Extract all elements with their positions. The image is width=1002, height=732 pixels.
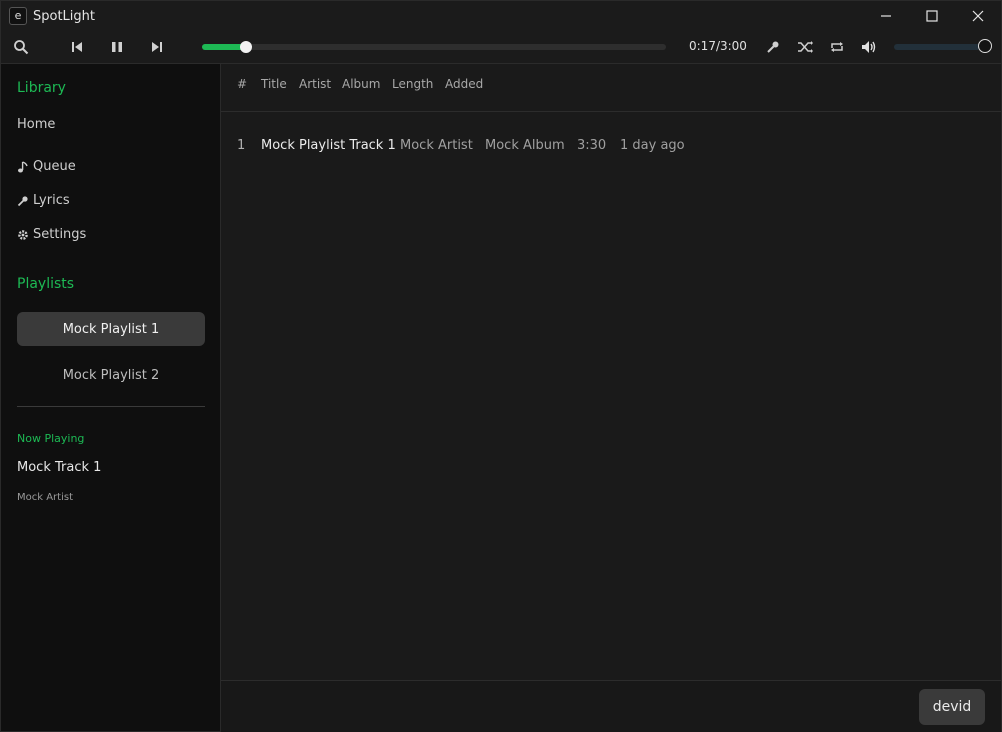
playlist-item-label: Mock Playlist 1 (62, 321, 160, 337)
table-header: # Title Artist Album Length Added (221, 64, 1001, 112)
lyrics-mic-icon (767, 41, 779, 53)
footer-bar: devid (221, 680, 1001, 732)
player-toolbar: 0:17/3:00 (1, 31, 1001, 64)
column-header-title[interactable]: Title (261, 77, 287, 91)
previous-button[interactable] (69, 39, 85, 55)
previous-icon (72, 42, 82, 52)
playback-time: 0:17/3:00 (689, 39, 747, 53)
maximize-button[interactable] (909, 1, 955, 31)
next-button[interactable] (149, 39, 165, 55)
column-header-artist[interactable]: Artist (299, 77, 331, 91)
column-header-album[interactable]: Album (342, 77, 380, 91)
gear-icon (17, 229, 29, 241)
search-button[interactable] (13, 39, 29, 55)
sidebar-item-label: Home (17, 117, 56, 132)
user-label: devid (932, 699, 972, 715)
volume-slider-thumb[interactable] (978, 39, 992, 53)
minimize-icon (881, 15, 891, 17)
close-button[interactable] (955, 1, 1001, 31)
window-controls (863, 1, 1001, 31)
table-row[interactable]: 1 Mock Playlist Track 1 Mock Artist Mock… (221, 134, 1001, 156)
track-artist: Mock Artist (400, 138, 473, 153)
repeat-icon (831, 42, 843, 52)
sidebar-item-home[interactable]: Home (17, 117, 55, 132)
track-list-panel: # Title Artist Album Length Added 1 Mock… (221, 64, 1001, 732)
seek-bar[interactable] (202, 41, 666, 53)
playlists-heading: Playlists (17, 276, 75, 292)
mic-icon (17, 195, 29, 207)
lyrics-button[interactable] (765, 39, 781, 55)
pause-button[interactable] (109, 39, 125, 55)
sidebar-item-label: Lyrics (33, 193, 70, 208)
minimize-button[interactable] (863, 1, 909, 31)
app-window: e SpotLight 0:17/3:00 Library Home Queue… (0, 0, 1002, 732)
close-icon (972, 10, 984, 22)
user-button[interactable]: devid (919, 689, 985, 725)
track-album: Mock Album (485, 138, 565, 153)
sidebar-item-settings[interactable]: Settings (17, 227, 86, 242)
seek-bar-thumb[interactable] (240, 41, 252, 53)
next-icon (152, 42, 162, 52)
playlist-item-1[interactable]: Mock Playlist 1 (17, 312, 205, 346)
column-header-length[interactable]: Length (392, 77, 433, 91)
maximize-icon (926, 10, 938, 22)
track-added: 1 day ago (620, 138, 685, 153)
now-playing-title: Mock Track 1 (17, 460, 102, 475)
repeat-button[interactable] (829, 39, 845, 55)
sidebar-item-lyrics[interactable]: Lyrics (17, 193, 70, 208)
shuffle-button[interactable] (797, 39, 813, 55)
sidebar-item-label: Queue (33, 159, 76, 174)
volume-slider[interactable] (894, 44, 980, 50)
playlist-item-label: Mock Playlist 2 (62, 367, 160, 383)
volume-icon (862, 41, 876, 53)
sidebar-divider (17, 406, 205, 407)
window-title: SpotLight (33, 8, 95, 24)
now-playing-artist: Mock Artist (17, 492, 73, 503)
app-logo-icon: e (9, 7, 27, 25)
sidebar-item-queue[interactable]: Queue (17, 159, 76, 174)
track-length: 3:30 (577, 138, 607, 153)
shuffle-icon (798, 41, 813, 53)
sidebar: Library Home Queue Lyrics Settings Playl… (1, 64, 221, 731)
pause-icon (112, 42, 122, 52)
track-title: Mock Playlist Track 1 (261, 138, 396, 153)
track-number: 1 (237, 138, 246, 153)
music-note-icon (17, 160, 29, 173)
title-bar: e SpotLight (1, 1, 1001, 31)
now-playing-heading: Now Playing (17, 432, 85, 445)
library-heading: Library (17, 80, 66, 96)
column-header-number[interactable]: # (237, 77, 247, 91)
search-icon (14, 40, 29, 55)
sidebar-item-label: Settings (33, 227, 87, 242)
column-header-added[interactable]: Added (445, 77, 483, 91)
playlist-item-2[interactable]: Mock Playlist 2 (17, 358, 205, 392)
volume-button[interactable] (861, 39, 877, 55)
